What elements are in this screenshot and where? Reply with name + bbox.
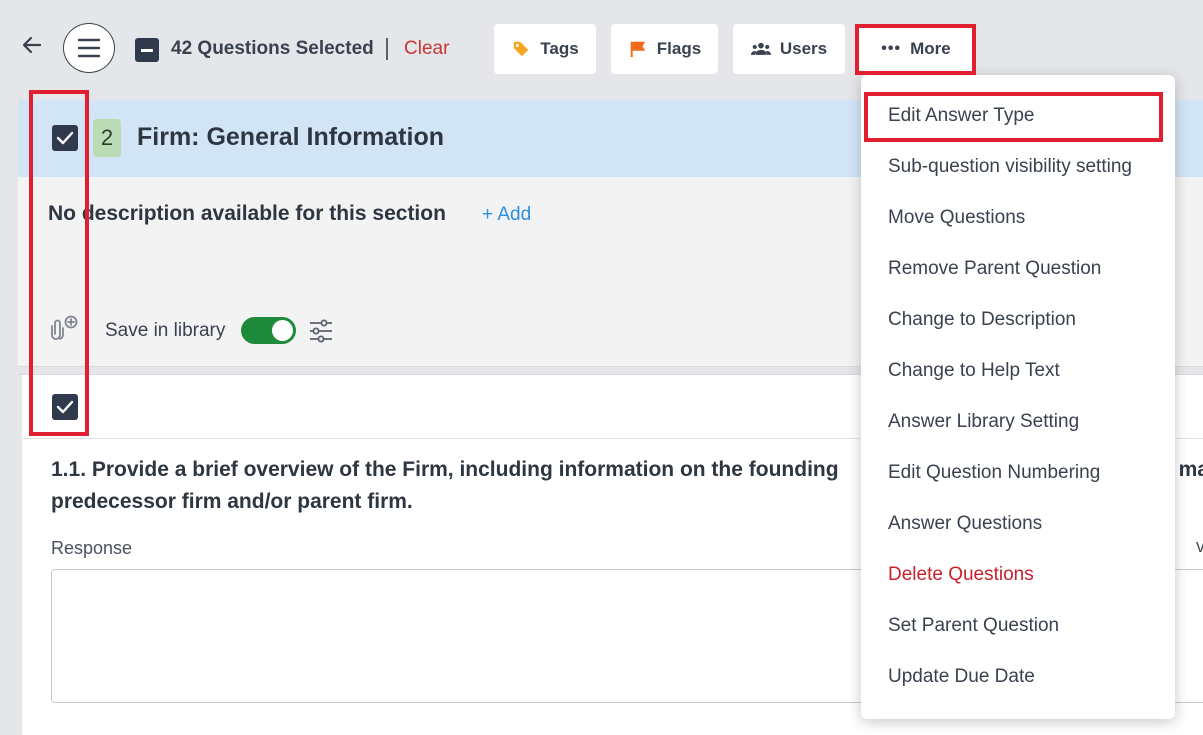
- selected-count: 42 Questions Selected: [171, 38, 374, 59]
- menu-item-delete-questions[interactable]: Delete Questions: [861, 549, 1175, 600]
- hamburger-icon: [77, 38, 101, 58]
- checkmark-icon: [56, 131, 74, 145]
- toolbar-divider: [386, 38, 388, 60]
- question-checkbox[interactable]: [52, 394, 78, 420]
- flag-icon: [630, 41, 645, 58]
- menu-item-set-parent-question[interactable]: Set Parent Question: [861, 600, 1175, 651]
- menu-item-change-to-help-text[interactable]: Change to Help Text: [861, 345, 1175, 396]
- menu-item-remove-parent-question[interactable]: Remove Parent Question: [861, 243, 1175, 294]
- response-label: Response: [51, 538, 133, 558]
- add-description-link[interactable]: + Add: [482, 204, 531, 226]
- hamburger-menu-button[interactable]: [63, 23, 115, 73]
- menu-item-sub-question-visibility[interactable]: Sub-question visibility setting: [861, 141, 1175, 192]
- checkmark-icon: [56, 400, 74, 414]
- users-button-label: Users: [779, 39, 828, 58]
- tags-button[interactable]: Tags: [494, 24, 596, 74]
- more-dropdown-menu: Edit Answer Type Sub-question visibility…: [861, 75, 1175, 719]
- deselect-all-checkbox[interactable]: [135, 38, 159, 62]
- more-dots-icon: •••: [881, 40, 902, 57]
- menu-item-change-to-description[interactable]: Change to Description: [861, 294, 1175, 345]
- save-in-library-toggle[interactable]: [241, 317, 296, 344]
- settings-sliders-icon[interactable]: [308, 318, 334, 344]
- users-button[interactable]: Users: [733, 24, 845, 74]
- section-description: No description available for this sectio…: [48, 202, 446, 225]
- menu-item-answer-library-setting[interactable]: Answer Library Setting: [861, 396, 1175, 447]
- add-description-label: Add: [497, 204, 532, 225]
- flags-button[interactable]: Flags: [611, 24, 718, 74]
- response-label-overflow: v: [1196, 536, 1203, 556]
- more-button[interactable]: ••• More: [858, 24, 974, 74]
- menu-item-edit-answer-type[interactable]: Edit Answer Type: [861, 90, 1175, 141]
- menu-item-answer-questions[interactable]: Answer Questions: [861, 498, 1175, 549]
- section-checkbox[interactable]: [52, 125, 78, 151]
- menu-item-edit-question-numbering[interactable]: Edit Question Numbering: [861, 447, 1175, 498]
- more-button-label: More: [910, 39, 951, 58]
- menu-item-update-due-date[interactable]: Update Due Date: [861, 651, 1175, 702]
- users-icon: [750, 42, 771, 55]
- clear-selection-link[interactable]: Clear: [404, 38, 449, 60]
- section-number-badge: 2: [93, 119, 121, 157]
- section-title: Firm: General Information: [137, 123, 444, 151]
- tag-icon: [514, 41, 529, 57]
- flags-button-label: Flags: [656, 39, 702, 58]
- menu-item-move-questions[interactable]: Move Questions: [861, 192, 1175, 243]
- save-in-library-label: Save in library: [105, 320, 226, 341]
- tags-button-label: Tags: [540, 39, 579, 58]
- attachment-add-icon[interactable]: [46, 314, 78, 344]
- back-arrow-icon[interactable]: [20, 33, 44, 57]
